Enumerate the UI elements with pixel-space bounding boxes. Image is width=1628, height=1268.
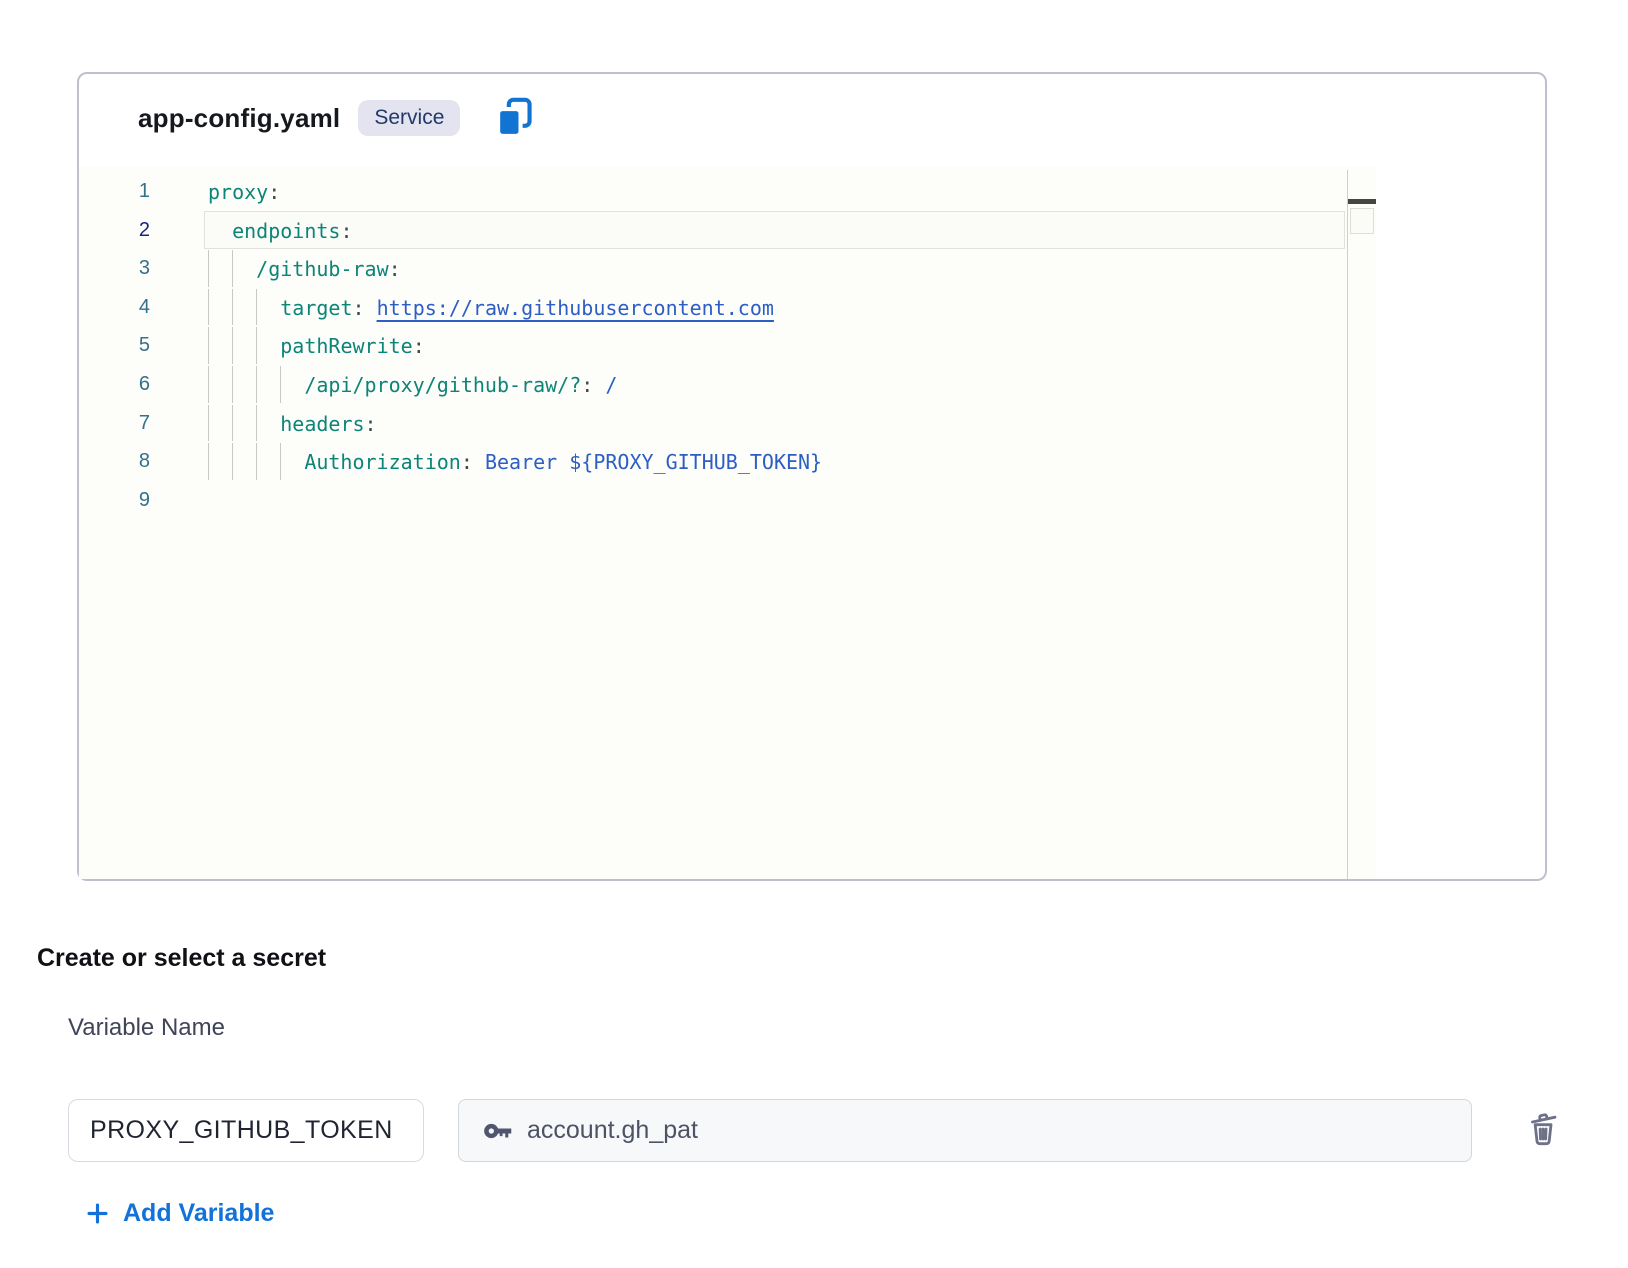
code-line-content: /github-raw: — [205, 249, 1346, 288]
indent-guide — [256, 366, 280, 403]
variable-name-label: Variable Name — [68, 1014, 225, 1042]
code-token: : — [461, 450, 473, 474]
code-token — [365, 296, 377, 320]
code-token: : — [389, 257, 401, 281]
code-card-header: app-config.yaml Service — [138, 96, 534, 140]
code-lines: 1proxy:2endpoints:3/github-raw:4target: … — [79, 172, 1376, 519]
code-link[interactable]: https://raw.githubusercontent.com — [377, 296, 774, 320]
code-token: : — [581, 373, 593, 397]
code-token: : — [340, 219, 352, 243]
code-line-content: headers: — [205, 404, 1346, 443]
selected-secret-value: account.gh_pat — [527, 1116, 698, 1145]
line-number: 1 — [79, 172, 205, 211]
code-line-content: pathRewrite: — [205, 326, 1346, 365]
code-line: 1proxy: — [79, 172, 1376, 211]
service-badge: Service — [358, 100, 460, 136]
code-line: 7headers: — [79, 404, 1376, 443]
code-token: : — [268, 180, 280, 204]
indent-guide — [280, 366, 304, 403]
code-token: : — [413, 334, 425, 358]
indent-guide — [208, 212, 232, 249]
code-token: Bearer ${PROXY_GITHUB_TOKEN} — [485, 450, 822, 474]
copy-icon — [495, 97, 533, 139]
indent-guide — [208, 405, 232, 442]
code-line: 3/github-raw: — [79, 249, 1376, 288]
indent-guide — [232, 443, 256, 480]
code-token: /api/proxy/github-raw/? — [304, 373, 581, 397]
line-number: 6 — [79, 365, 205, 404]
indent-guide — [232, 289, 256, 326]
line-number: 9 — [79, 481, 205, 520]
code-token: : — [365, 412, 377, 436]
add-variable-label: Add Variable — [123, 1199, 274, 1228]
code-token: : — [352, 296, 364, 320]
indent-guide — [256, 327, 280, 364]
line-number: 3 — [79, 249, 205, 288]
line-number: 7 — [79, 404, 205, 443]
indent-guide — [208, 250, 232, 287]
code-token: / — [605, 373, 617, 397]
indent-guide — [232, 405, 256, 442]
ruler-active-line-box — [1350, 208, 1374, 234]
line-number: 8 — [79, 442, 205, 481]
indent-guide — [208, 327, 232, 364]
line-number: 5 — [79, 326, 205, 365]
line-number: 4 — [79, 288, 205, 327]
code-line: 5pathRewrite: — [79, 326, 1376, 365]
indent-guide — [208, 289, 232, 326]
variable-name-input[interactable] — [68, 1099, 424, 1162]
copy-button[interactable] — [494, 96, 534, 140]
code-line-content: proxy: — [205, 172, 1346, 211]
secret-select[interactable]: account.gh_pat — [458, 1099, 1472, 1162]
indent-guide — [256, 443, 280, 480]
indent-guide — [232, 366, 256, 403]
code-token — [473, 450, 485, 474]
code-line: 6/api/proxy/github-raw/?: / — [79, 365, 1376, 404]
indent-guide — [256, 289, 280, 326]
code-line-content — [205, 481, 1346, 520]
code-line-content: Authorization: Bearer ${PROXY_GITHUB_TOK… — [205, 442, 1346, 481]
code-line-content: target: https://raw.githubusercontent.co… — [205, 288, 1346, 327]
code-line: 2endpoints: — [79, 211, 1376, 250]
file-title: app-config.yaml — [138, 103, 340, 134]
scrollbar-position-mark — [1348, 199, 1376, 204]
code-token: headers — [280, 412, 364, 436]
indent-guide — [208, 443, 232, 480]
code-token: pathRewrite — [280, 334, 412, 358]
indent-guide — [280, 443, 304, 480]
trash-icon — [1523, 1107, 1563, 1147]
code-token: proxy — [208, 180, 268, 204]
code-line: 4target: https://raw.githubusercontent.c… — [79, 288, 1376, 327]
code-token: Authorization — [304, 450, 461, 474]
indent-guide — [232, 327, 256, 364]
yaml-code-editor[interactable]: 1proxy:2endpoints:3/github-raw:4target: … — [79, 166, 1376, 879]
code-card: app-config.yaml Service 1proxy:2endpoint… — [77, 72, 1547, 881]
code-line-content: /api/proxy/github-raw/?: / — [205, 365, 1346, 404]
code-line: 8Authorization: Bearer ${PROXY_GITHUB_TO… — [79, 442, 1376, 481]
overview-ruler — [1347, 170, 1348, 879]
add-variable-button[interactable]: Add Variable — [84, 1199, 274, 1228]
code-token: /github-raw — [256, 257, 388, 281]
code-token: target — [280, 296, 352, 320]
section-heading: Create or select a secret — [37, 944, 326, 973]
code-line-content: endpoints: — [204, 211, 1345, 250]
plus-icon — [84, 1200, 111, 1227]
code-token: endpoints — [232, 219, 340, 243]
code-line: 9 — [79, 481, 1376, 520]
indent-guide — [208, 366, 232, 403]
indent-guide — [256, 405, 280, 442]
code-token — [593, 373, 605, 397]
delete-variable-button[interactable] — [1521, 1105, 1565, 1149]
key-icon — [483, 1117, 513, 1145]
indent-guide — [232, 250, 256, 287]
line-number: 2 — [79, 211, 205, 250]
